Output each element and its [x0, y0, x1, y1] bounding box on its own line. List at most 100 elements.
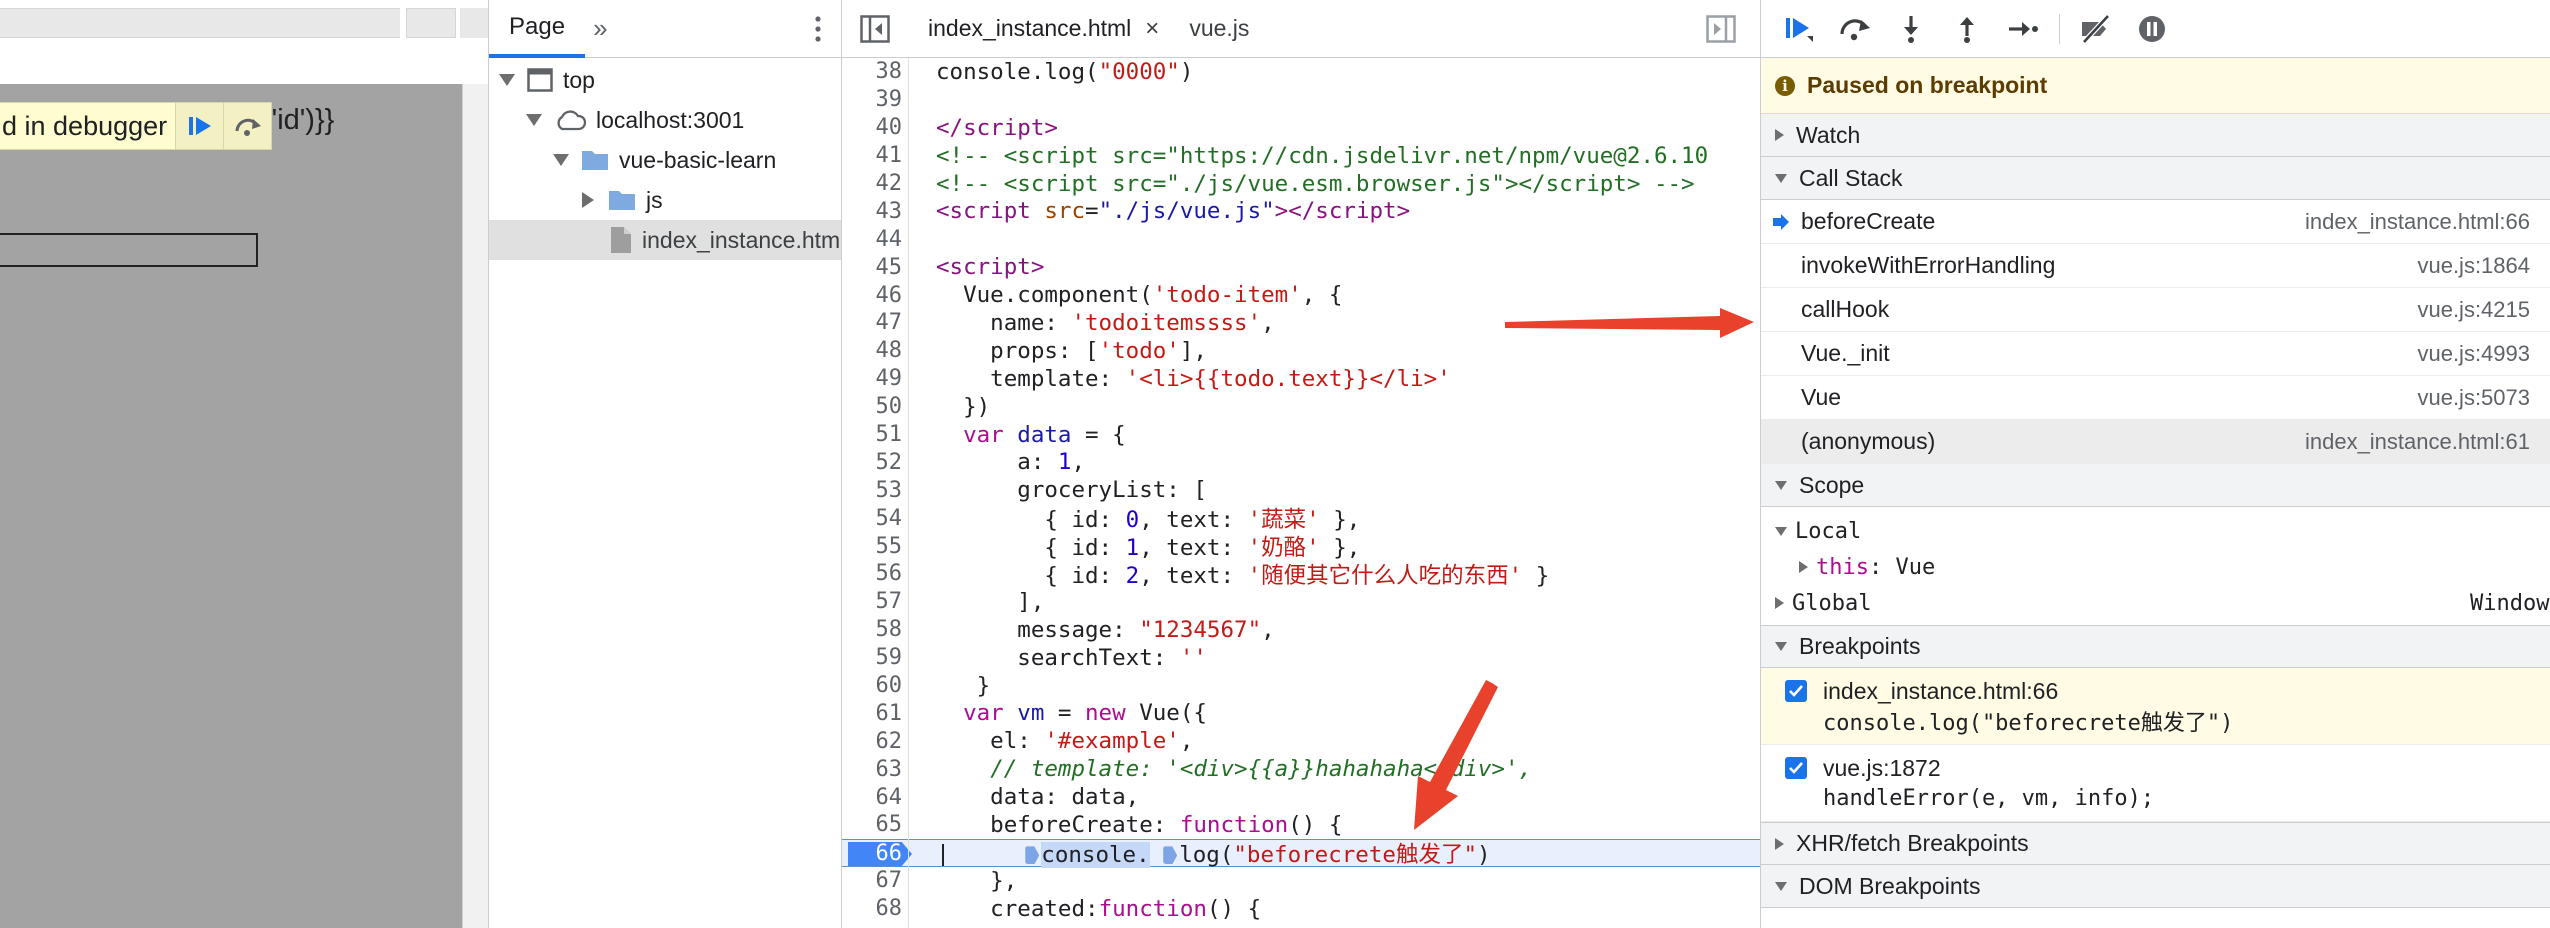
line-number[interactable]: 65 [842, 812, 904, 837]
step-into-button[interactable] [1887, 6, 1935, 52]
code-line[interactable]: 45 <script> [842, 253, 1760, 281]
frame-location[interactable]: vue.js:1864 [2417, 253, 2530, 279]
code-line[interactable]: 64 data: data, [842, 783, 1760, 811]
section-watch[interactable]: Watch [1761, 114, 2550, 157]
page-scrollbar[interactable] [462, 84, 488, 928]
line-number[interactable]: 67 [842, 868, 904, 893]
tree-item-localhost-3001[interactable]: localhost:3001 [489, 100, 841, 140]
code-line[interactable]: 46 Vue.component('todo-item', { [842, 281, 1760, 309]
code-line[interactable]: 44 [842, 225, 1760, 253]
code-line[interactable]: 62 el: '#example', [842, 727, 1760, 755]
code-line[interactable]: 49 template: '<li>{{todo.text}}</li>' [842, 365, 1760, 393]
code-line[interactable]: 53 groceryList: [ [842, 476, 1760, 504]
call-stack-frame[interactable]: beforeCreate index_instance.html:66 [1761, 200, 2550, 244]
step-out-button[interactable] [1943, 6, 1991, 52]
code-line[interactable]: 58 message: "1234567", [842, 616, 1760, 644]
tree-item-top[interactable]: top [489, 60, 841, 100]
line-number[interactable]: 45 [842, 255, 904, 280]
pause-on-exceptions-button[interactable] [2128, 6, 2176, 52]
toggle-navigator-icon[interactable] [860, 14, 890, 43]
line-number[interactable]: 43 [842, 199, 904, 224]
step-over-button[interactable] [1831, 6, 1879, 52]
address-bar[interactable] [0, 8, 400, 38]
code-line[interactable]: 63 // template: '<div>{{a}}hahahaha</div… [842, 755, 1760, 783]
line-number[interactable]: 50 [842, 394, 904, 419]
step-button[interactable] [1999, 6, 2047, 52]
line-number[interactable]: 58 [842, 617, 904, 642]
scope-this[interactable]: this : Vue [1761, 551, 2550, 583]
code-line[interactable]: 54 { id: 0, text: '蔬菜' }, [842, 504, 1760, 534]
section-breakpoints[interactable]: Breakpoints [1761, 625, 2550, 668]
code-line[interactable]: 65 beforeCreate: function() { [842, 811, 1760, 839]
line-number[interactable]: 56 [842, 561, 904, 586]
tree-item-vue-basic-learn[interactable]: vue-basic-learn [489, 140, 841, 180]
toggle-debugger-icon[interactable] [1706, 15, 1736, 43]
toolbar-button[interactable] [406, 8, 456, 38]
line-number[interactable]: 53 [842, 478, 904, 503]
call-stack-frame[interactable]: invokeWithErrorHandling vue.js:1864 [1761, 244, 2550, 288]
call-stack-frame[interactable]: Vue vue.js:5073 [1761, 376, 2550, 420]
overlay-step-over-button[interactable] [223, 103, 272, 149]
call-stack-frame[interactable]: callHook vue.js:4215 [1761, 288, 2550, 332]
line-number[interactable]: 55 [842, 534, 904, 559]
code-line[interactable]: 41 <!-- <script src="https://cdn.jsdelivr… [842, 142, 1760, 170]
section-dom-breakpoints[interactable]: DOM Breakpoints [1761, 865, 2550, 908]
scope-global[interactable]: Global Window [1761, 583, 2550, 623]
line-number[interactable]: 63 [842, 757, 904, 782]
line-number[interactable]: 59 [842, 645, 904, 670]
tab-page[interactable]: Page [489, 0, 586, 58]
code-line[interactable]: 42 <!-- <script src="./js/vue.esm.browser… [842, 170, 1760, 198]
line-number[interactable]: 47 [842, 310, 904, 335]
code-line[interactable]: 60 } [842, 672, 1760, 700]
line-number[interactable]: 57 [842, 589, 904, 614]
line-number[interactable]: 64 [842, 785, 904, 810]
frame-location[interactable]: vue.js:4215 [2417, 297, 2530, 323]
toolbar-button[interactable] [460, 8, 488, 38]
line-number[interactable]: 39 [842, 87, 904, 112]
code-line[interactable]: 50 }) [842, 393, 1760, 421]
line-number[interactable]: 49 [842, 366, 904, 391]
line-number[interactable]: 48 [842, 338, 904, 363]
line-number[interactable]: 51 [842, 422, 904, 447]
code-line[interactable]: 39 [842, 86, 1760, 114]
resume-button[interactable] [1775, 6, 1823, 52]
deactivate-breakpoints-button[interactable] [2072, 6, 2120, 52]
line-number[interactable]: 60 [842, 673, 904, 698]
line-number[interactable]: 38 [842, 59, 904, 84]
line-number[interactable]: 42 [842, 171, 904, 196]
code-line[interactable]: 61 var vm = new Vue({ [842, 699, 1760, 727]
call-stack-frame[interactable]: Vue._init vue.js:4993 [1761, 332, 2550, 376]
section-scope[interactable]: Scope [1761, 464, 2550, 507]
breakpoint-checkbox[interactable] [1785, 757, 1807, 779]
breakpoint-marker[interactable]: 66 [848, 841, 912, 866]
tree-item-js[interactable]: js [489, 180, 841, 220]
overlay-resume-button[interactable] [175, 103, 224, 149]
code-line[interactable]: 52 a: 1, [842, 448, 1760, 476]
line-number[interactable]: 44 [842, 227, 904, 252]
code-line[interactable]: 68 created:function() { [842, 895, 1760, 923]
code-line-breakpoint[interactable]: 66 console. log("beforecrete触发了") [842, 838, 1760, 868]
line-number[interactable]: 52 [842, 450, 904, 475]
section-call-stack[interactable]: Call Stack [1761, 157, 2550, 200]
code-line[interactable]: 48 props: ['todo'], [842, 337, 1760, 365]
scope-local[interactable]: Local [1761, 511, 2550, 551]
line-number[interactable]: 61 [842, 701, 904, 726]
code-line[interactable]: 57 ], [842, 588, 1760, 616]
code-line[interactable]: 43 <script src="./js/vue.js"></script> [842, 197, 1760, 225]
code-line[interactable]: 47 name: 'todoitemssss', [842, 309, 1760, 337]
breakpoint-item[interactable]: vue.js:1872 handleError(e, vm, info); [1761, 745, 2550, 822]
section-xhr-breakpoints[interactable]: XHR/fetch Breakpoints [1761, 822, 2550, 865]
page-text-input[interactable] [0, 233, 258, 267]
code-line[interactable]: 56 { id: 2, text: '随便其它什么人吃的东西' } [842, 560, 1760, 589]
line-number[interactable]: 41 [842, 143, 904, 168]
line-number[interactable]: 40 [842, 115, 904, 140]
call-stack-frame[interactable]: (anonymous) index_instance.html:61 [1761, 420, 2550, 464]
tree-item-index-instance-htm[interactable]: index_instance.htm [489, 220, 841, 260]
breakpoint-item[interactable]: index_instance.html:66 console.log("befor… [1761, 668, 2550, 745]
code-line[interactable]: 40 </script> [842, 114, 1760, 142]
code-line[interactable]: 55 { id: 1, text: '奶酪' }, [842, 532, 1760, 562]
line-number[interactable]: 46 [842, 283, 904, 308]
frame-location[interactable]: vue.js:4993 [2417, 341, 2530, 367]
kebab-menu-icon[interactable] [815, 16, 821, 42]
line-number[interactable]: 68 [842, 896, 904, 921]
